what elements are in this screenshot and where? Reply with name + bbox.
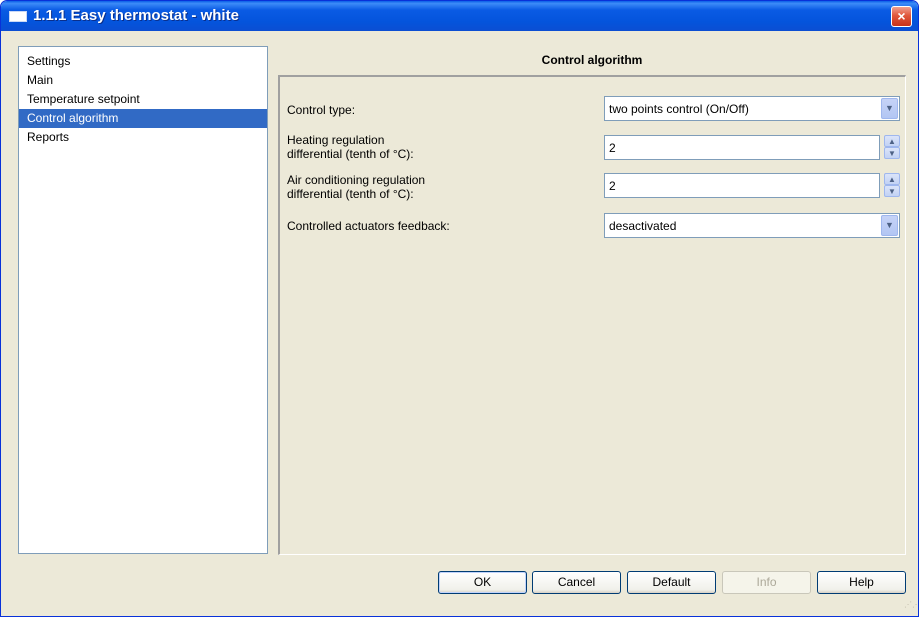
- tree-item-settings[interactable]: Settings: [19, 52, 267, 71]
- cancel-button[interactable]: Cancel: [532, 571, 621, 594]
- info-button[interactable]: Info: [722, 571, 811, 594]
- air-label-line1: Air conditioning regulation: [287, 173, 426, 187]
- close-icon: ×: [897, 8, 906, 24]
- help-button[interactable]: Help: [817, 571, 906, 594]
- feedback-label: Controlled actuators feedback:: [287, 219, 450, 233]
- air-differential-value: 2: [609, 179, 616, 193]
- panel-title: Control algorithm: [541, 53, 643, 67]
- heating-label-line2: differential (tenth of °C):: [287, 147, 414, 161]
- control-type-label: Control type:: [287, 103, 356, 117]
- tree-item-control-algorithm[interactable]: Control algorithm: [19, 109, 267, 128]
- heating-differential-label: Heating regulation differential (tenth o…: [287, 133, 414, 161]
- tree-item-reports[interactable]: Reports: [19, 128, 267, 147]
- air-spinner[interactable]: ▲ ▼: [884, 173, 900, 198]
- feedback-select[interactable]: desactivated ▼: [604, 213, 900, 238]
- resize-grip[interactable]: ⋰⋰: [904, 601, 918, 612]
- default-button[interactable]: Default: [627, 571, 716, 594]
- spin-down-icon[interactable]: ▼: [884, 147, 900, 159]
- spin-up-icon[interactable]: ▲: [884, 135, 900, 147]
- air-label-line2: differential (tenth of °C):: [287, 187, 414, 201]
- control-type-select[interactable]: two points control (On/Off) ▼: [604, 96, 900, 121]
- window-icon: [9, 11, 27, 22]
- spin-up-icon[interactable]: ▲: [884, 173, 900, 185]
- control-type-value: two points control (On/Off): [609, 102, 749, 116]
- air-differential-label: Air conditioning regulation differential…: [287, 173, 425, 201]
- window-title: 1.1.1 Easy thermostat - white: [33, 7, 239, 24]
- spin-down-icon[interactable]: ▼: [884, 185, 900, 197]
- chevron-down-icon[interactable]: ▼: [881, 98, 898, 119]
- ok-button[interactable]: OK: [438, 571, 527, 594]
- chevron-down-icon[interactable]: ▼: [881, 215, 898, 236]
- air-differential-input[interactable]: 2: [604, 173, 880, 198]
- tree-item-temperature-setpoint[interactable]: Temperature setpoint: [19, 90, 267, 109]
- title-bar[interactable]: 1.1.1 Easy thermostat - white ×: [1, 1, 918, 31]
- close-button[interactable]: ×: [891, 6, 912, 27]
- tree-item-main[interactable]: Main: [19, 71, 267, 90]
- heating-spinner[interactable]: ▲ ▼: [884, 135, 900, 160]
- heating-label-line1: Heating regulation: [287, 133, 385, 147]
- feedback-value: desactivated: [609, 219, 677, 233]
- heating-differential-value: 2: [609, 141, 616, 155]
- dialog-window: 1.1.1 Easy thermostat - white × Settings…: [0, 0, 919, 617]
- heating-differential-input[interactable]: 2: [604, 135, 880, 160]
- parameter-tree: Settings Main Temperature setpoint Contr…: [18, 46, 268, 554]
